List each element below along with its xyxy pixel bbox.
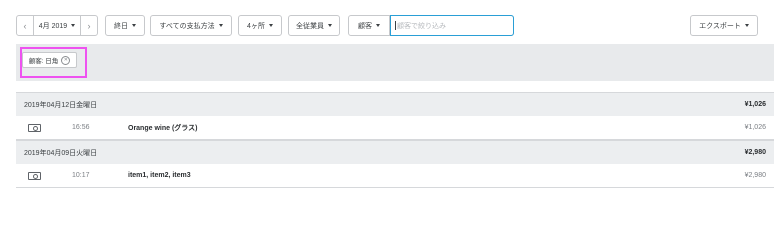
cash-icon xyxy=(28,123,41,132)
txn-amount: ¥1,026 xyxy=(744,124,766,131)
export-label: エクスポート xyxy=(699,22,741,30)
export-button[interactable]: エクスポート xyxy=(690,15,758,36)
active-filters-bar: 顧客: 日角 ✕ xyxy=(16,44,774,81)
day-total: ¥2,980 xyxy=(744,149,766,156)
time-range-label: 終日 xyxy=(114,22,128,30)
close-icon[interactable]: ✕ xyxy=(61,55,71,65)
table-row[interactable]: 10:17 item1, item2, item3 ¥2,980 xyxy=(16,164,774,188)
day-header: 2019年04月09日火曜日 ¥2,980 xyxy=(16,140,774,164)
payment-icon-cell xyxy=(28,164,41,187)
date-label: 4月 2019 xyxy=(38,22,68,30)
txn-items: item1, item2, item3 xyxy=(128,172,191,179)
toolbar: ‹ 4月 2019 › 終日 すべての支払方法 4ヶ所 全従業員 顧客 顧客で絞… xyxy=(0,0,774,42)
employee-label: 全従業員 xyxy=(296,22,324,30)
chevron-right-icon[interactable]: › xyxy=(81,16,97,35)
cash-icon xyxy=(28,171,41,180)
filter-chip-label: 顧客: 日角 xyxy=(28,58,59,65)
chevron-down-icon xyxy=(71,24,76,27)
day-date: 2019年04月12日金曜日 xyxy=(24,101,98,109)
txn-time: 16:56 xyxy=(72,124,90,131)
chevron-down-icon xyxy=(218,24,223,27)
location-select[interactable]: 4ヶ所 xyxy=(238,15,282,36)
search-type-select[interactable]: 顧客 xyxy=(349,16,390,35)
txn-time: 10:17 xyxy=(72,172,90,179)
time-range-select[interactable]: 終日 xyxy=(105,15,145,36)
chevron-down-icon xyxy=(376,24,380,27)
chevron-down-icon xyxy=(268,24,273,27)
chevron-left-icon[interactable]: ‹ xyxy=(17,16,33,35)
table-row[interactable]: 16:56 Orange wine (グラス) ¥1,026 xyxy=(16,116,774,140)
chevron-down-icon xyxy=(744,24,749,27)
day-total: ¥1,026 xyxy=(744,101,766,108)
chevron-down-icon xyxy=(328,24,332,27)
payment-method-label: すべての支払方法 xyxy=(159,22,215,30)
customer-search: 顧客 顧客で絞り込み xyxy=(348,15,514,36)
txn-amount: ¥2,980 xyxy=(744,172,766,179)
location-label: 4ヶ所 xyxy=(247,22,265,30)
payment-method-select[interactable]: すべての支払方法 xyxy=(150,15,232,36)
employee-select[interactable]: 全従業員 xyxy=(288,15,340,36)
customer-filter-chip[interactable]: 顧客: 日角 ✕ xyxy=(22,52,77,68)
day-header: 2019年04月12日金曜日 ¥1,026 xyxy=(16,92,774,116)
day-date: 2019年04月09日火曜日 xyxy=(24,149,98,157)
search-input[interactable]: 顧客で絞り込み xyxy=(390,15,514,36)
chevron-down-icon xyxy=(132,24,136,27)
txn-items: Orange wine (グラス) xyxy=(128,124,198,132)
payment-icon-cell xyxy=(28,116,41,139)
text-cursor xyxy=(395,21,396,30)
search-type-label: 顧客 xyxy=(358,22,372,30)
date-select[interactable]: 4月 2019 xyxy=(33,16,81,35)
date-navigator: ‹ 4月 2019 › xyxy=(16,15,98,36)
search-placeholder: 顧客で絞り込み xyxy=(397,22,446,30)
